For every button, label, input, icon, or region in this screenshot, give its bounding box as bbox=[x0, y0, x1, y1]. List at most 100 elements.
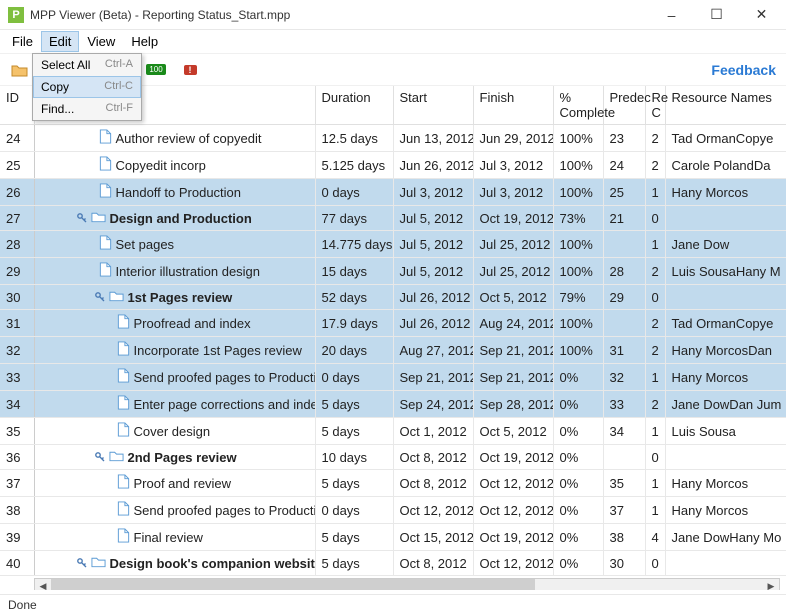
cell-id[interactable]: 34 bbox=[0, 391, 34, 418]
cell-finish[interactable]: Oct 5, 2012 bbox=[473, 418, 553, 445]
cell-pred[interactable]: 38 bbox=[603, 524, 645, 551]
cell-res[interactable] bbox=[665, 285, 786, 310]
scroll-thumb[interactable] bbox=[51, 579, 535, 590]
cell-pred[interactable]: 25 bbox=[603, 179, 645, 206]
cell-finish[interactable]: Jul 3, 2012 bbox=[473, 152, 553, 179]
cell-res[interactable]: Hany Morcos bbox=[665, 470, 786, 497]
cell-pred[interactable]: 29 bbox=[603, 285, 645, 310]
cell-name[interactable]: Design book's companion website bbox=[34, 551, 315, 576]
menu-view[interactable]: View bbox=[79, 31, 123, 52]
table-row[interactable]: 34Enter page corrections and index5 days… bbox=[0, 391, 786, 418]
cell-duration[interactable]: 14.775 days bbox=[315, 231, 393, 258]
cell-start[interactable]: Oct 1, 2012 bbox=[393, 418, 473, 445]
table-row[interactable]: 38Send proofed pages to Production0 days… bbox=[0, 497, 786, 524]
cell-name[interactable]: Handoff to Production bbox=[34, 179, 315, 206]
cell-duration[interactable]: 5 days bbox=[315, 470, 393, 497]
cell-duration[interactable]: 15 days bbox=[315, 258, 393, 285]
cell-pct[interactable]: 100% bbox=[553, 310, 603, 337]
cell-pct[interactable]: 0% bbox=[553, 391, 603, 418]
scroll-left-icon[interactable]: ◀ bbox=[35, 579, 51, 590]
cell-res[interactable]: Jane Dow bbox=[665, 231, 786, 258]
col-start[interactable]: Start bbox=[393, 86, 473, 125]
cell-rc[interactable]: 4 bbox=[645, 524, 665, 551]
table-row[interactable]: 39Final review5 daysOct 15, 2012Oct 19, … bbox=[0, 524, 786, 551]
table-row[interactable]: 27Design and Production77 daysJul 5, 201… bbox=[0, 206, 786, 231]
col-res[interactable]: Resource Names bbox=[665, 86, 786, 125]
cell-id[interactable]: 24 bbox=[0, 125, 34, 152]
cell-name[interactable]: Send proofed pages to Production bbox=[34, 497, 315, 524]
cell-id[interactable]: 36 bbox=[0, 445, 34, 470]
cell-res[interactable]: Hany Morcos bbox=[665, 179, 786, 206]
cell-name[interactable]: Author review of copyedit bbox=[34, 125, 315, 152]
cell-finish[interactable]: Sep 21, 2012 bbox=[473, 364, 553, 391]
menu-file[interactable]: File bbox=[4, 31, 41, 52]
cell-name[interactable]: 1st Pages review bbox=[34, 285, 315, 310]
cell-id[interactable]: 33 bbox=[0, 364, 34, 391]
cell-start[interactable]: Oct 15, 2012 bbox=[393, 524, 473, 551]
col-id[interactable]: ID bbox=[0, 86, 34, 125]
cell-start[interactable]: Jul 26, 2012 bbox=[393, 285, 473, 310]
table-row[interactable]: 26Handoff to Production0 daysJul 3, 2012… bbox=[0, 179, 786, 206]
cell-rc[interactable]: 1 bbox=[645, 418, 665, 445]
cell-name[interactable]: Set pages bbox=[34, 231, 315, 258]
cell-pct[interactable]: 0% bbox=[553, 470, 603, 497]
cell-id[interactable]: 38 bbox=[0, 497, 34, 524]
cell-finish[interactable]: Jun 29, 2012 bbox=[473, 125, 553, 152]
cell-name[interactable]: Incorporate 1st Pages review bbox=[34, 337, 315, 364]
cell-start[interactable]: Aug 27, 2012 bbox=[393, 337, 473, 364]
cell-res[interactable]: Jane DowHany Mo bbox=[665, 524, 786, 551]
minimize-button[interactable]: – bbox=[649, 0, 694, 30]
cell-start[interactable]: Oct 8, 2012 bbox=[393, 445, 473, 470]
cell-rc[interactable]: 0 bbox=[645, 206, 665, 231]
cell-finish[interactable]: Oct 19, 2012 bbox=[473, 445, 553, 470]
cell-start[interactable]: Jul 26, 2012 bbox=[393, 310, 473, 337]
cell-pred[interactable]: 32 bbox=[603, 364, 645, 391]
feedback-link[interactable]: Feedback bbox=[711, 62, 776, 78]
cell-id[interactable]: 30 bbox=[0, 285, 34, 310]
cell-res[interactable]: Hany MorcosDan bbox=[665, 337, 786, 364]
cell-name[interactable]: Final review bbox=[34, 524, 315, 551]
cell-duration[interactable]: 20 days bbox=[315, 337, 393, 364]
table-row[interactable]: 301st Pages review52 daysJul 26, 2012Oct… bbox=[0, 285, 786, 310]
close-button[interactable]: ✕ bbox=[739, 0, 784, 30]
cell-finish[interactable]: Oct 12, 2012 bbox=[473, 551, 553, 576]
cell-name[interactable]: Design and Production bbox=[34, 206, 315, 231]
cell-duration[interactable]: 5 days bbox=[315, 418, 393, 445]
cell-duration[interactable]: 12.5 days bbox=[315, 125, 393, 152]
cell-pct[interactable]: 73% bbox=[553, 206, 603, 231]
cell-start[interactable]: Jul 5, 2012 bbox=[393, 231, 473, 258]
cell-pred[interactable]: 21 bbox=[603, 206, 645, 231]
menu-edit[interactable]: Edit bbox=[41, 31, 79, 52]
badge-100-icon[interactable]: 100 bbox=[146, 60, 166, 80]
cell-duration[interactable]: 5.125 days bbox=[315, 152, 393, 179]
cell-rc[interactable]: 2 bbox=[645, 152, 665, 179]
cell-name[interactable]: Proof and review bbox=[34, 470, 315, 497]
cell-rc[interactable]: 0 bbox=[645, 551, 665, 576]
table-row[interactable]: 37Proof and review5 daysOct 8, 2012Oct 1… bbox=[0, 470, 786, 497]
cell-pct[interactable]: 100% bbox=[553, 231, 603, 258]
cell-start[interactable]: Oct 8, 2012 bbox=[393, 551, 473, 576]
cell-pred[interactable]: 30 bbox=[603, 551, 645, 576]
col-duration[interactable]: Duration bbox=[315, 86, 393, 125]
cell-finish[interactable]: Aug 24, 2012 bbox=[473, 310, 553, 337]
open-icon[interactable] bbox=[10, 60, 30, 80]
cell-duration[interactable]: 52 days bbox=[315, 285, 393, 310]
cell-pred[interactable]: 23 bbox=[603, 125, 645, 152]
cell-res[interactable]: Tad OrmanCopye bbox=[665, 310, 786, 337]
cell-rc[interactable]: 1 bbox=[645, 470, 665, 497]
cell-pct[interactable]: 100% bbox=[553, 337, 603, 364]
cell-finish[interactable]: Oct 5, 2012 bbox=[473, 285, 553, 310]
cell-start[interactable]: Jul 5, 2012 bbox=[393, 258, 473, 285]
table-row[interactable]: 31Proofread and index17.9 daysJul 26, 20… bbox=[0, 310, 786, 337]
cell-finish[interactable]: Jul 25, 2012 bbox=[473, 231, 553, 258]
cell-pct[interactable]: 100% bbox=[553, 125, 603, 152]
cell-duration[interactable]: 17.9 days bbox=[315, 310, 393, 337]
cell-id[interactable]: 26 bbox=[0, 179, 34, 206]
cell-duration[interactable]: 0 days bbox=[315, 364, 393, 391]
cell-duration[interactable]: 0 days bbox=[315, 179, 393, 206]
cell-name[interactable]: Cover design bbox=[34, 418, 315, 445]
cell-res[interactable] bbox=[665, 206, 786, 231]
cell-finish[interactable]: Sep 21, 2012 bbox=[473, 337, 553, 364]
cell-finish[interactable]: Sep 28, 2012 bbox=[473, 391, 553, 418]
cell-res[interactable]: Hany Morcos bbox=[665, 497, 786, 524]
